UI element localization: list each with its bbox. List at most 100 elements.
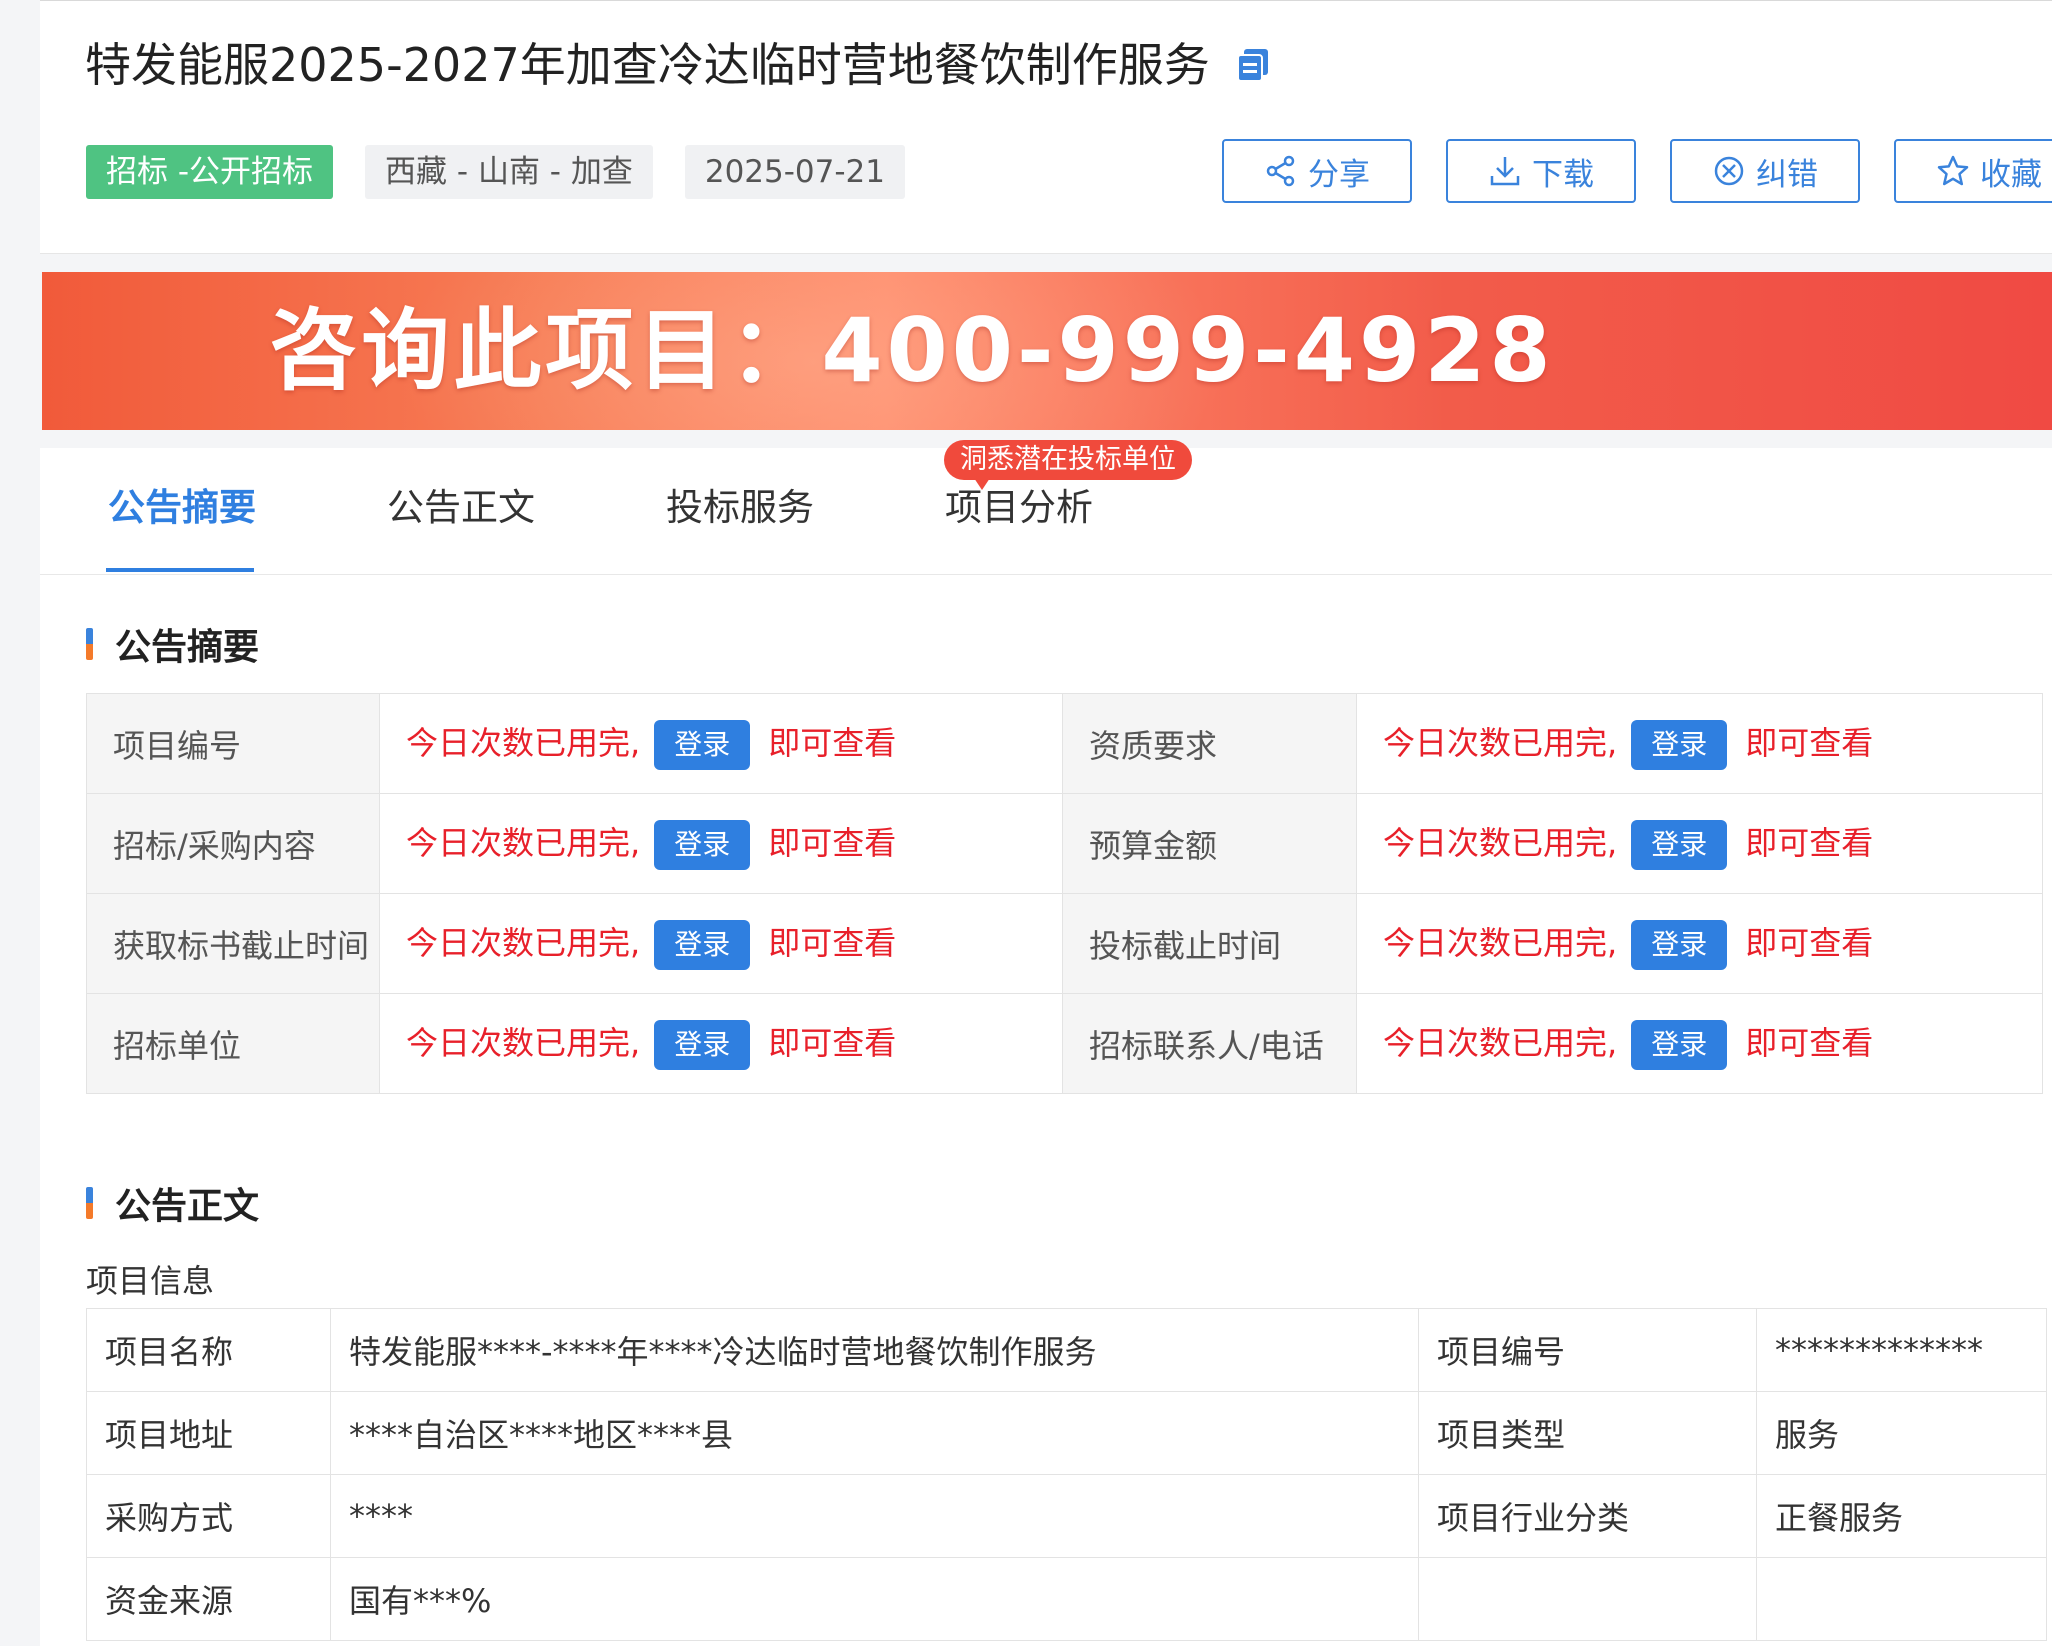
info-value: 特发能服****-****年****冷达临时营地餐饮制作服务	[330, 1308, 1419, 1392]
region-tag: 西藏 - 山南 - 加查	[365, 145, 653, 199]
info-value: 服务	[1756, 1391, 2047, 1475]
info-row: 采购方式 **** 项目行业分类 正餐服务	[86, 1474, 2047, 1558]
summary-value: 今日次数已用完, 登录 即可查看	[379, 793, 1063, 894]
share-icon	[1264, 154, 1298, 188]
info-label: 项目地址	[86, 1391, 331, 1475]
project-info-table: 项目名称 特发能服****-****年****冷达临时营地餐饮制作服务 项目编号 **…	[86, 1308, 2047, 1641]
error-report-button[interactable]: 纠错	[1670, 139, 1860, 203]
tab-content[interactable]: 公告正文	[387, 483, 535, 533]
login-button[interactable]: 登录	[1631, 819, 1728, 870]
star-icon	[1936, 154, 1970, 188]
locked-notice: 今日次数已用完,	[1383, 1023, 1618, 1062]
info-value: ****自治区****地区****县	[330, 1391, 1419, 1475]
info-label	[1418, 1557, 1757, 1641]
info-label: 项目行业分类	[1418, 1474, 1757, 1558]
content-section-head: 公告正文	[86, 1177, 259, 1229]
summary-table: 项目编号 今日次数已用完, 登录 即可查看 资质要求 今日次数已用完, 登录 即可查看 招标/采…	[86, 693, 2043, 1094]
view-hint: 即可查看	[768, 1023, 897, 1062]
summary-label: 预算金额	[1062, 793, 1357, 894]
tab-analysis[interactable]: 项目分析	[945, 483, 1093, 533]
login-button[interactable]: 登录	[1631, 919, 1728, 970]
summary-row: 招标/采购内容 今日次数已用完, 登录 即可查看 预算金额 今日次数已用完, 登录 即可查看	[86, 793, 2043, 894]
summary-row: 项目编号 今日次数已用完, 登录 即可查看 资质要求 今日次数已用完, 登录 即可查看	[86, 693, 2043, 794]
locked-notice: 今日次数已用完,	[406, 823, 641, 862]
view-hint: 即可查看	[1745, 1023, 1874, 1062]
summary-label: 资质要求	[1062, 693, 1357, 794]
summary-label: 招标单位	[86, 993, 380, 1094]
view-hint: 即可查看	[1745, 723, 1874, 762]
info-row: 资金来源 国有***%	[86, 1557, 2047, 1641]
view-hint: 即可查看	[768, 723, 897, 762]
info-value: 正餐服务	[1756, 1474, 2047, 1558]
copy-icon[interactable]	[1234, 45, 1274, 85]
login-button[interactable]: 登录	[654, 819, 751, 870]
summary-section-head: 公告摘要	[86, 618, 259, 670]
tender-type-tag: 招标 -公开招标	[86, 145, 334, 199]
summary-value: 今日次数已用完, 登录 即可查看	[1356, 993, 2043, 1094]
info-value	[1756, 1557, 2047, 1641]
info-row: 项目地址 ****自治区****地区****县 项目类型 服务	[86, 1391, 2047, 1475]
info-label: 项目类型	[1418, 1391, 1757, 1475]
locked-notice: 今日次数已用完,	[1383, 923, 1618, 962]
download-button[interactable]: 下载	[1446, 139, 1636, 203]
title-row: 特发能服2025-2027年加查冷达临时营地餐饮制作服务	[85, 35, 1274, 95]
summary-row: 获取标书截止时间 今日次数已用完, 登录 即可查看 投标截止时间 今日次数已用完, 登录 即可…	[86, 893, 2043, 994]
info-label: 项目名称	[86, 1308, 331, 1392]
favorite-button[interactable]: 收藏	[1894, 139, 2052, 203]
summary-label: 投标截止时间	[1062, 893, 1357, 994]
tag-list: 招标 -公开招标 西藏 - 山南 - 加查 2025-07-21	[86, 145, 937, 199]
share-button[interactable]: 分享	[1222, 139, 1412, 203]
info-label: 采购方式	[86, 1474, 331, 1558]
locked-notice: 今日次数已用完,	[406, 1023, 641, 1062]
download-icon	[1488, 154, 1522, 188]
favorite-label: 收藏	[1980, 156, 2042, 193]
section-marker	[86, 628, 93, 660]
summary-value: 今日次数已用完, 登录 即可查看	[1356, 693, 2043, 794]
info-value: ****	[330, 1474, 1419, 1558]
summary-label: 项目编号	[86, 693, 380, 794]
tab-bid-service[interactable]: 投标服务	[666, 483, 814, 533]
page-title: 特发能服2025-2027年加查冷达临时营地餐饮制作服务	[85, 38, 1210, 92]
login-button[interactable]: 登录	[1631, 719, 1728, 770]
locked-notice: 今日次数已用完,	[1383, 823, 1618, 862]
summary-value: 今日次数已用完, 登录 即可查看	[379, 893, 1063, 994]
summary-value: 今日次数已用完, 登录 即可查看	[379, 993, 1063, 1094]
summary-label: 获取标书截止时间	[86, 893, 380, 994]
download-label: 下载	[1532, 156, 1594, 193]
summary-value: 今日次数已用完, 登录 即可查看	[379, 693, 1063, 794]
info-value: 国有***%	[330, 1557, 1419, 1641]
locked-notice: 今日次数已用完,	[406, 723, 641, 762]
summary-value: 今日次数已用完, 登录 即可查看	[1356, 893, 2043, 994]
consult-banner[interactable]: 咨询此项目：400-999-4928	[42, 272, 2052, 430]
main-card: 公告摘要 公告正文 投标服务 项目分析 洞悉潜在投标单位 公告摘要 项目编号 今日…	[40, 440, 2052, 1646]
summary-label: 招标/采购内容	[86, 793, 380, 894]
share-label: 分享	[1308, 156, 1370, 193]
summary-title: 公告摘要	[115, 627, 260, 668]
login-button[interactable]: 登录	[654, 919, 751, 970]
header-card: 特发能服2025-2027年加查冷达临时营地餐饮制作服务 招标 -公开招标 西藏…	[40, 1, 2052, 254]
summary-label: 招标联系人/电话	[1062, 993, 1357, 1094]
login-button[interactable]: 登录	[654, 1019, 751, 1070]
banner-text: 咨询此项目：400-999-4928	[269, 299, 1555, 402]
login-button[interactable]: 登录	[1631, 1019, 1728, 1070]
login-button[interactable]: 登录	[654, 719, 751, 770]
error-report-icon	[1712, 154, 1746, 188]
summary-row: 招标单位 今日次数已用完, 登录 即可查看 招标联系人/电话 今日次数已用完, 登录 即可查看	[86, 993, 2043, 1094]
active-tab-indicator	[106, 568, 254, 572]
summary-value: 今日次数已用完, 登录 即可查看	[1356, 793, 2043, 894]
analysis-badge: 洞悉潜在投标单位	[944, 440, 1192, 490]
tab-summary[interactable]: 公告摘要	[108, 483, 256, 533]
view-hint: 即可查看	[1745, 823, 1874, 862]
info-label: 项目编号	[1418, 1308, 1757, 1392]
info-label: 资金来源	[86, 1557, 331, 1641]
info-row: 项目名称 特发能服****-****年****冷达临时营地餐饮制作服务 项目编号 **…	[86, 1308, 2047, 1392]
action-buttons: 分享 下载 纠错 收藏	[1222, 139, 2052, 203]
section-marker	[86, 1187, 93, 1219]
info-value: *************	[1756, 1308, 2047, 1392]
date-tag: 2025-07-21	[684, 145, 906, 199]
locked-notice: 今日次数已用完,	[1383, 723, 1618, 762]
locked-notice: 今日次数已用完,	[406, 923, 641, 962]
view-hint: 即可查看	[768, 823, 897, 862]
error-report-label: 纠错	[1756, 156, 1818, 193]
view-hint: 即可查看	[1745, 923, 1874, 962]
